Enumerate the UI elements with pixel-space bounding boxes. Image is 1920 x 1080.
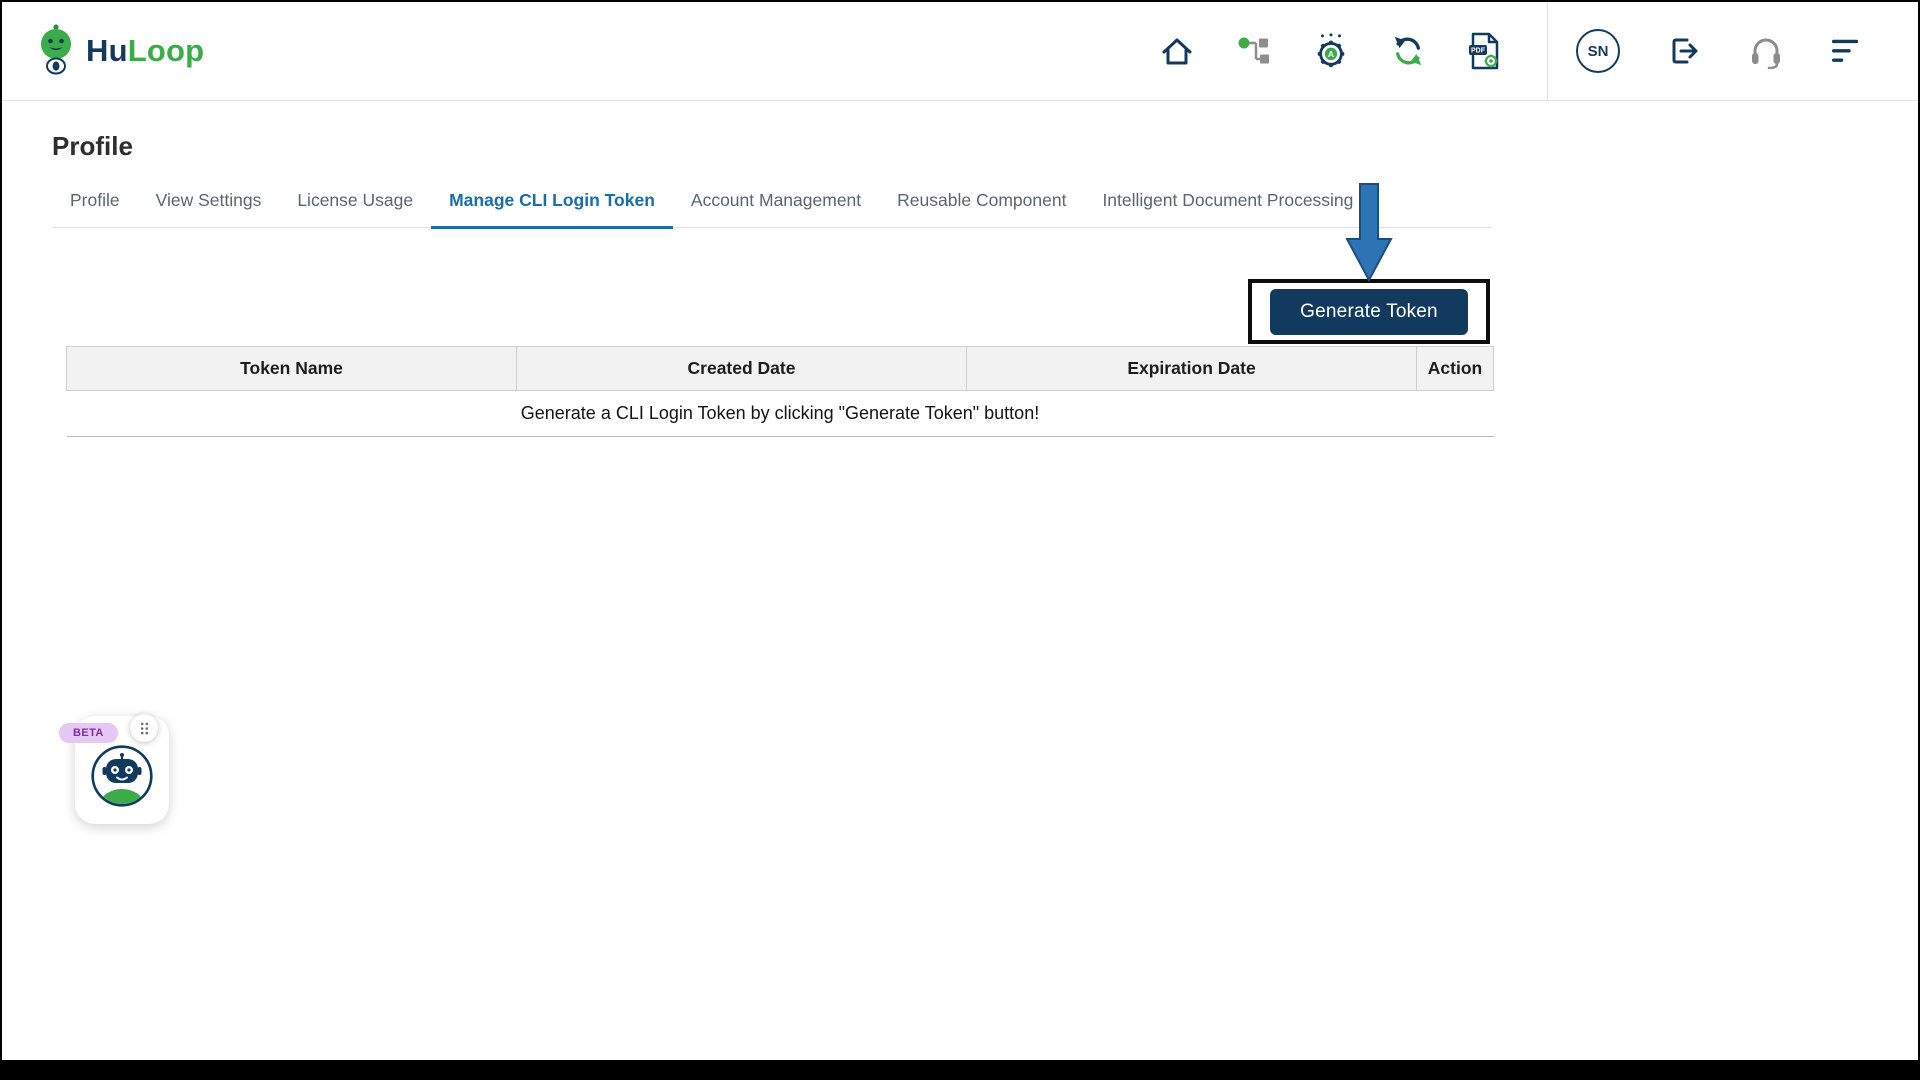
tab-manage-cli-login-token[interactable]: Manage CLI Login Token	[431, 181, 673, 229]
tab-account-management[interactable]: Account Management	[673, 181, 879, 227]
workflow-icon[interactable]	[1237, 34, 1271, 68]
app-window: HuLoop A PDF SN Profile Profile View Set…	[0, 0, 1920, 1080]
automation-gear-icon[interactable]: A	[1313, 32, 1349, 70]
pdf-icon-label: PDF	[1471, 48, 1486, 55]
header-right-group: SN	[1548, 29, 1918, 73]
tab-intelligent-document-processing[interactable]: Intelligent Document Processing	[1084, 181, 1371, 227]
user-avatar[interactable]: SN	[1576, 29, 1620, 73]
brand-loop: Loop	[127, 33, 205, 68]
chat-robot-avatar[interactable]	[91, 745, 153, 812]
pdf-settings-icon[interactable]: PDF	[1467, 32, 1501, 70]
sync-icon[interactable]	[1391, 34, 1425, 68]
empty-state-row: Generate a CLI Login Token by clicking "…	[66, 390, 1494, 437]
huloop-robot-icon	[36, 23, 76, 80]
main-content: Profile Profile View Settings License Us…	[2, 101, 1918, 1061]
brand-name: HuLoop	[86, 33, 204, 69]
home-icon[interactable]	[1159, 33, 1195, 69]
chat-assistant-widget: BETA	[57, 701, 192, 836]
brand-hu: Hu	[86, 33, 128, 68]
generate-token-highlight-box: Generate Token	[1248, 279, 1490, 344]
tab-license-usage[interactable]: License Usage	[279, 181, 431, 227]
token-table: Token Name Created Date Expiration Date …	[66, 346, 1494, 437]
column-expiration-date: Expiration Date	[966, 346, 1417, 391]
bottom-black-bar	[2, 1060, 1918, 1078]
beta-badge: BETA	[59, 723, 118, 743]
tab-reusable-component[interactable]: Reusable Component	[879, 181, 1084, 227]
empty-state-message: Generate a CLI Login Token by clicking "…	[66, 390, 1494, 437]
logout-icon[interactable]	[1666, 33, 1702, 69]
drag-handle-icon[interactable]	[130, 714, 158, 742]
page-title: Profile	[52, 131, 133, 161]
menu-icon[interactable]	[1830, 37, 1862, 65]
tab-profile[interactable]: Profile	[52, 181, 138, 227]
annotation-down-arrow-icon	[1343, 183, 1395, 288]
huloop-logo[interactable]: HuLoop	[36, 23, 204, 80]
automation-glyph: A	[1328, 49, 1334, 59]
column-action: Action	[1416, 346, 1494, 391]
profile-tabs: Profile View Settings License Usage Mana…	[52, 181, 1492, 229]
generate-token-button[interactable]: Generate Token	[1270, 288, 1468, 335]
column-created-date: Created Date	[516, 346, 967, 391]
header-nav: A PDF	[1159, 32, 1501, 70]
tab-view-settings[interactable]: View Settings	[138, 181, 280, 227]
column-token-name: Token Name	[66, 346, 517, 391]
support-headset-icon[interactable]	[1748, 33, 1784, 69]
top-header: HuLoop A PDF SN	[2, 2, 1918, 101]
token-table-header-row: Token Name Created Date Expiration Date …	[66, 346, 1494, 391]
